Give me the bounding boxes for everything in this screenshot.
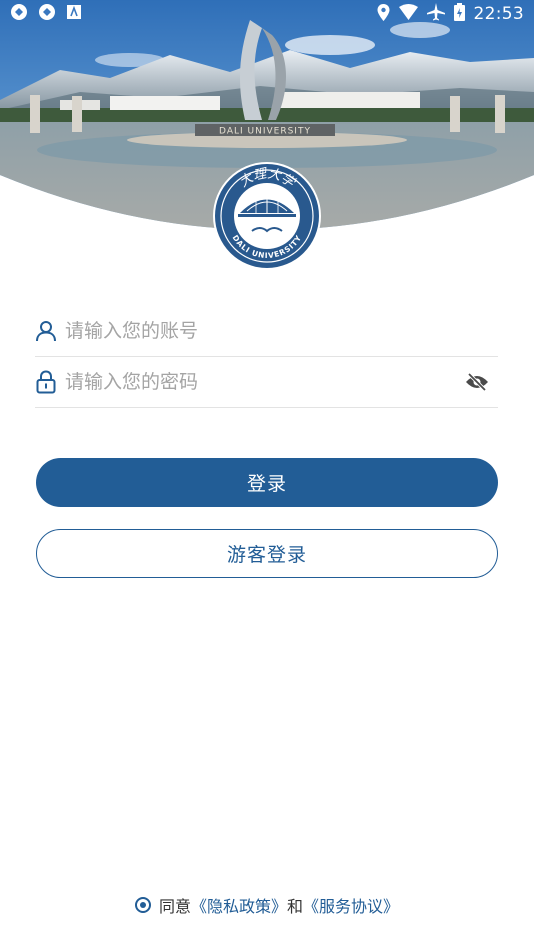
status-bar: 22:53 <box>0 0 534 28</box>
battery-icon <box>453 3 465 25</box>
password-input[interactable] <box>65 357 462 407</box>
toggle-password-visibility-icon[interactable] <box>462 367 492 397</box>
airplane-icon <box>426 3 445 25</box>
agreement-conjunction: 和 <box>287 897 304 916</box>
sync-icon <box>10 3 28 25</box>
lock-icon <box>35 370 57 394</box>
agreement-prefix: 同意 <box>158 897 191 916</box>
user-icon <box>35 319 57 343</box>
password-field <box>35 357 498 408</box>
campus-sign-text: DALI UNIVERSITY <box>219 127 311 137</box>
university-logo: 大理大学 DALI UNIVERSITY <box>212 161 322 271</box>
guest-login-button[interactable]: 游客登录 <box>36 529 498 578</box>
app-notification-icon <box>66 4 82 24</box>
agreement-row: 同意 《隐私政策》 和 《服务协议》 <box>0 893 534 917</box>
service-agreement-link[interactable]: 《服务协议》 <box>303 893 399 917</box>
account-field <box>35 306 498 357</box>
status-time: 22:53 <box>473 4 524 24</box>
wifi-icon <box>398 4 418 24</box>
sync-icon <box>38 3 56 25</box>
privacy-policy-link[interactable]: 《隐私政策》 <box>191 893 287 917</box>
account-input[interactable] <box>65 306 498 356</box>
agreement-radio[interactable] <box>134 897 151 913</box>
login-button[interactable]: 登录 <box>36 458 498 507</box>
location-icon <box>377 3 390 25</box>
